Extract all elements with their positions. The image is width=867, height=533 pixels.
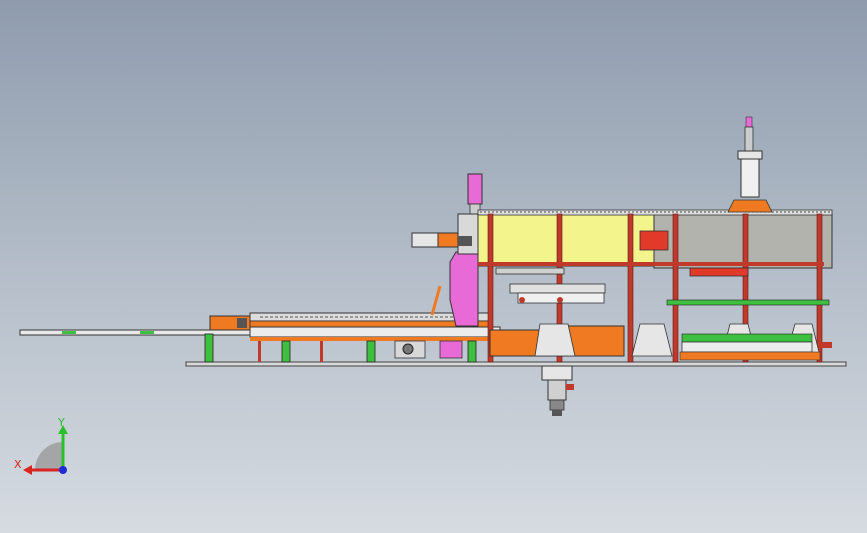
axis-triad: X Y bbox=[14, 416, 68, 475]
right-cylinder bbox=[727, 116, 773, 213]
cad-viewport[interactable]: X Y bbox=[0, 0, 867, 533]
lower-slide bbox=[679, 333, 832, 361]
lift-column bbox=[411, 173, 489, 327]
green-crossbar bbox=[666, 299, 830, 306]
z-axis bbox=[59, 466, 67, 474]
x-axis-label: X bbox=[14, 458, 22, 471]
carriage bbox=[495, 267, 606, 304]
xy-plane-quadrant bbox=[35, 442, 63, 470]
left-rail bbox=[19, 315, 253, 336]
machine-side-view: X Y bbox=[14, 116, 847, 475]
top-chain bbox=[477, 209, 833, 216]
pressing-pad bbox=[689, 267, 749, 277]
base-plate bbox=[185, 361, 847, 367]
y-axis-label: Y bbox=[57, 416, 65, 429]
bottom-actuator bbox=[541, 365, 574, 416]
frame-crossbar bbox=[478, 262, 824, 266]
yellow-enclosure bbox=[477, 213, 655, 267]
warning-label bbox=[639, 230, 669, 251]
